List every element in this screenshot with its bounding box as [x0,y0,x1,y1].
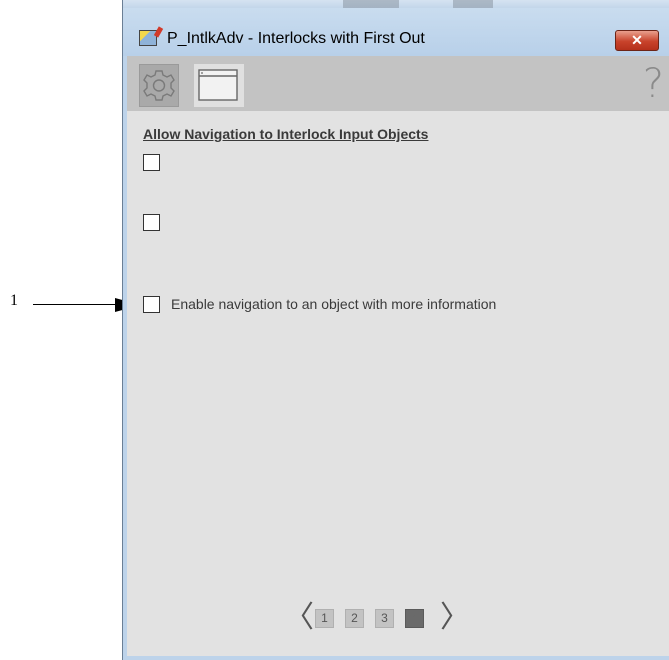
page-2-button[interactable]: 2 [345,609,364,628]
window-title: P_IntlkAdv - Interlocks with First Out [167,30,425,47]
gear-icon [143,70,175,101]
page-4-button[interactable]: 4 [405,609,424,628]
checkbox-enable-navigation-label: Enable navigation to an object with more… [171,296,497,312]
title-bar[interactable]: P_IntlkAdv - Interlocks with First Out ✕ [123,8,669,56]
tab-configuration[interactable] [139,64,179,107]
checkbox-2[interactable] [143,214,160,231]
background-strip [123,0,669,8]
callout-line [33,304,123,305]
page-3-button[interactable]: 3 [375,609,394,628]
window-icon [198,69,238,101]
tab-display[interactable] [194,64,244,107]
checkbox-enable-navigation[interactable] [143,296,160,313]
faceplate-window: P_IntlkAdv - Interlocks with First Out ✕ [122,0,669,660]
section-title: Allow Navigation to Interlock Input Obje… [143,126,429,142]
faceplate-body: ? Allow Navigation to Interlock Input Ob… [127,56,669,656]
close-button[interactable]: ✕ [615,30,659,51]
page-1-button[interactable]: 1 [315,609,334,628]
callout-number: 1 [10,292,18,309]
help-icon[interactable]: ? [643,60,664,108]
next-page-button[interactable]: 〉 [440,601,470,635]
prev-page-button[interactable]: 〈 [284,601,314,635]
toolbar: ? [127,56,669,111]
page-navigator: 〈 1 2 3 4 〉 [127,601,669,641]
window-bottom-border [123,656,669,660]
app-icon [139,30,157,46]
checkbox-1[interactable] [143,154,160,171]
